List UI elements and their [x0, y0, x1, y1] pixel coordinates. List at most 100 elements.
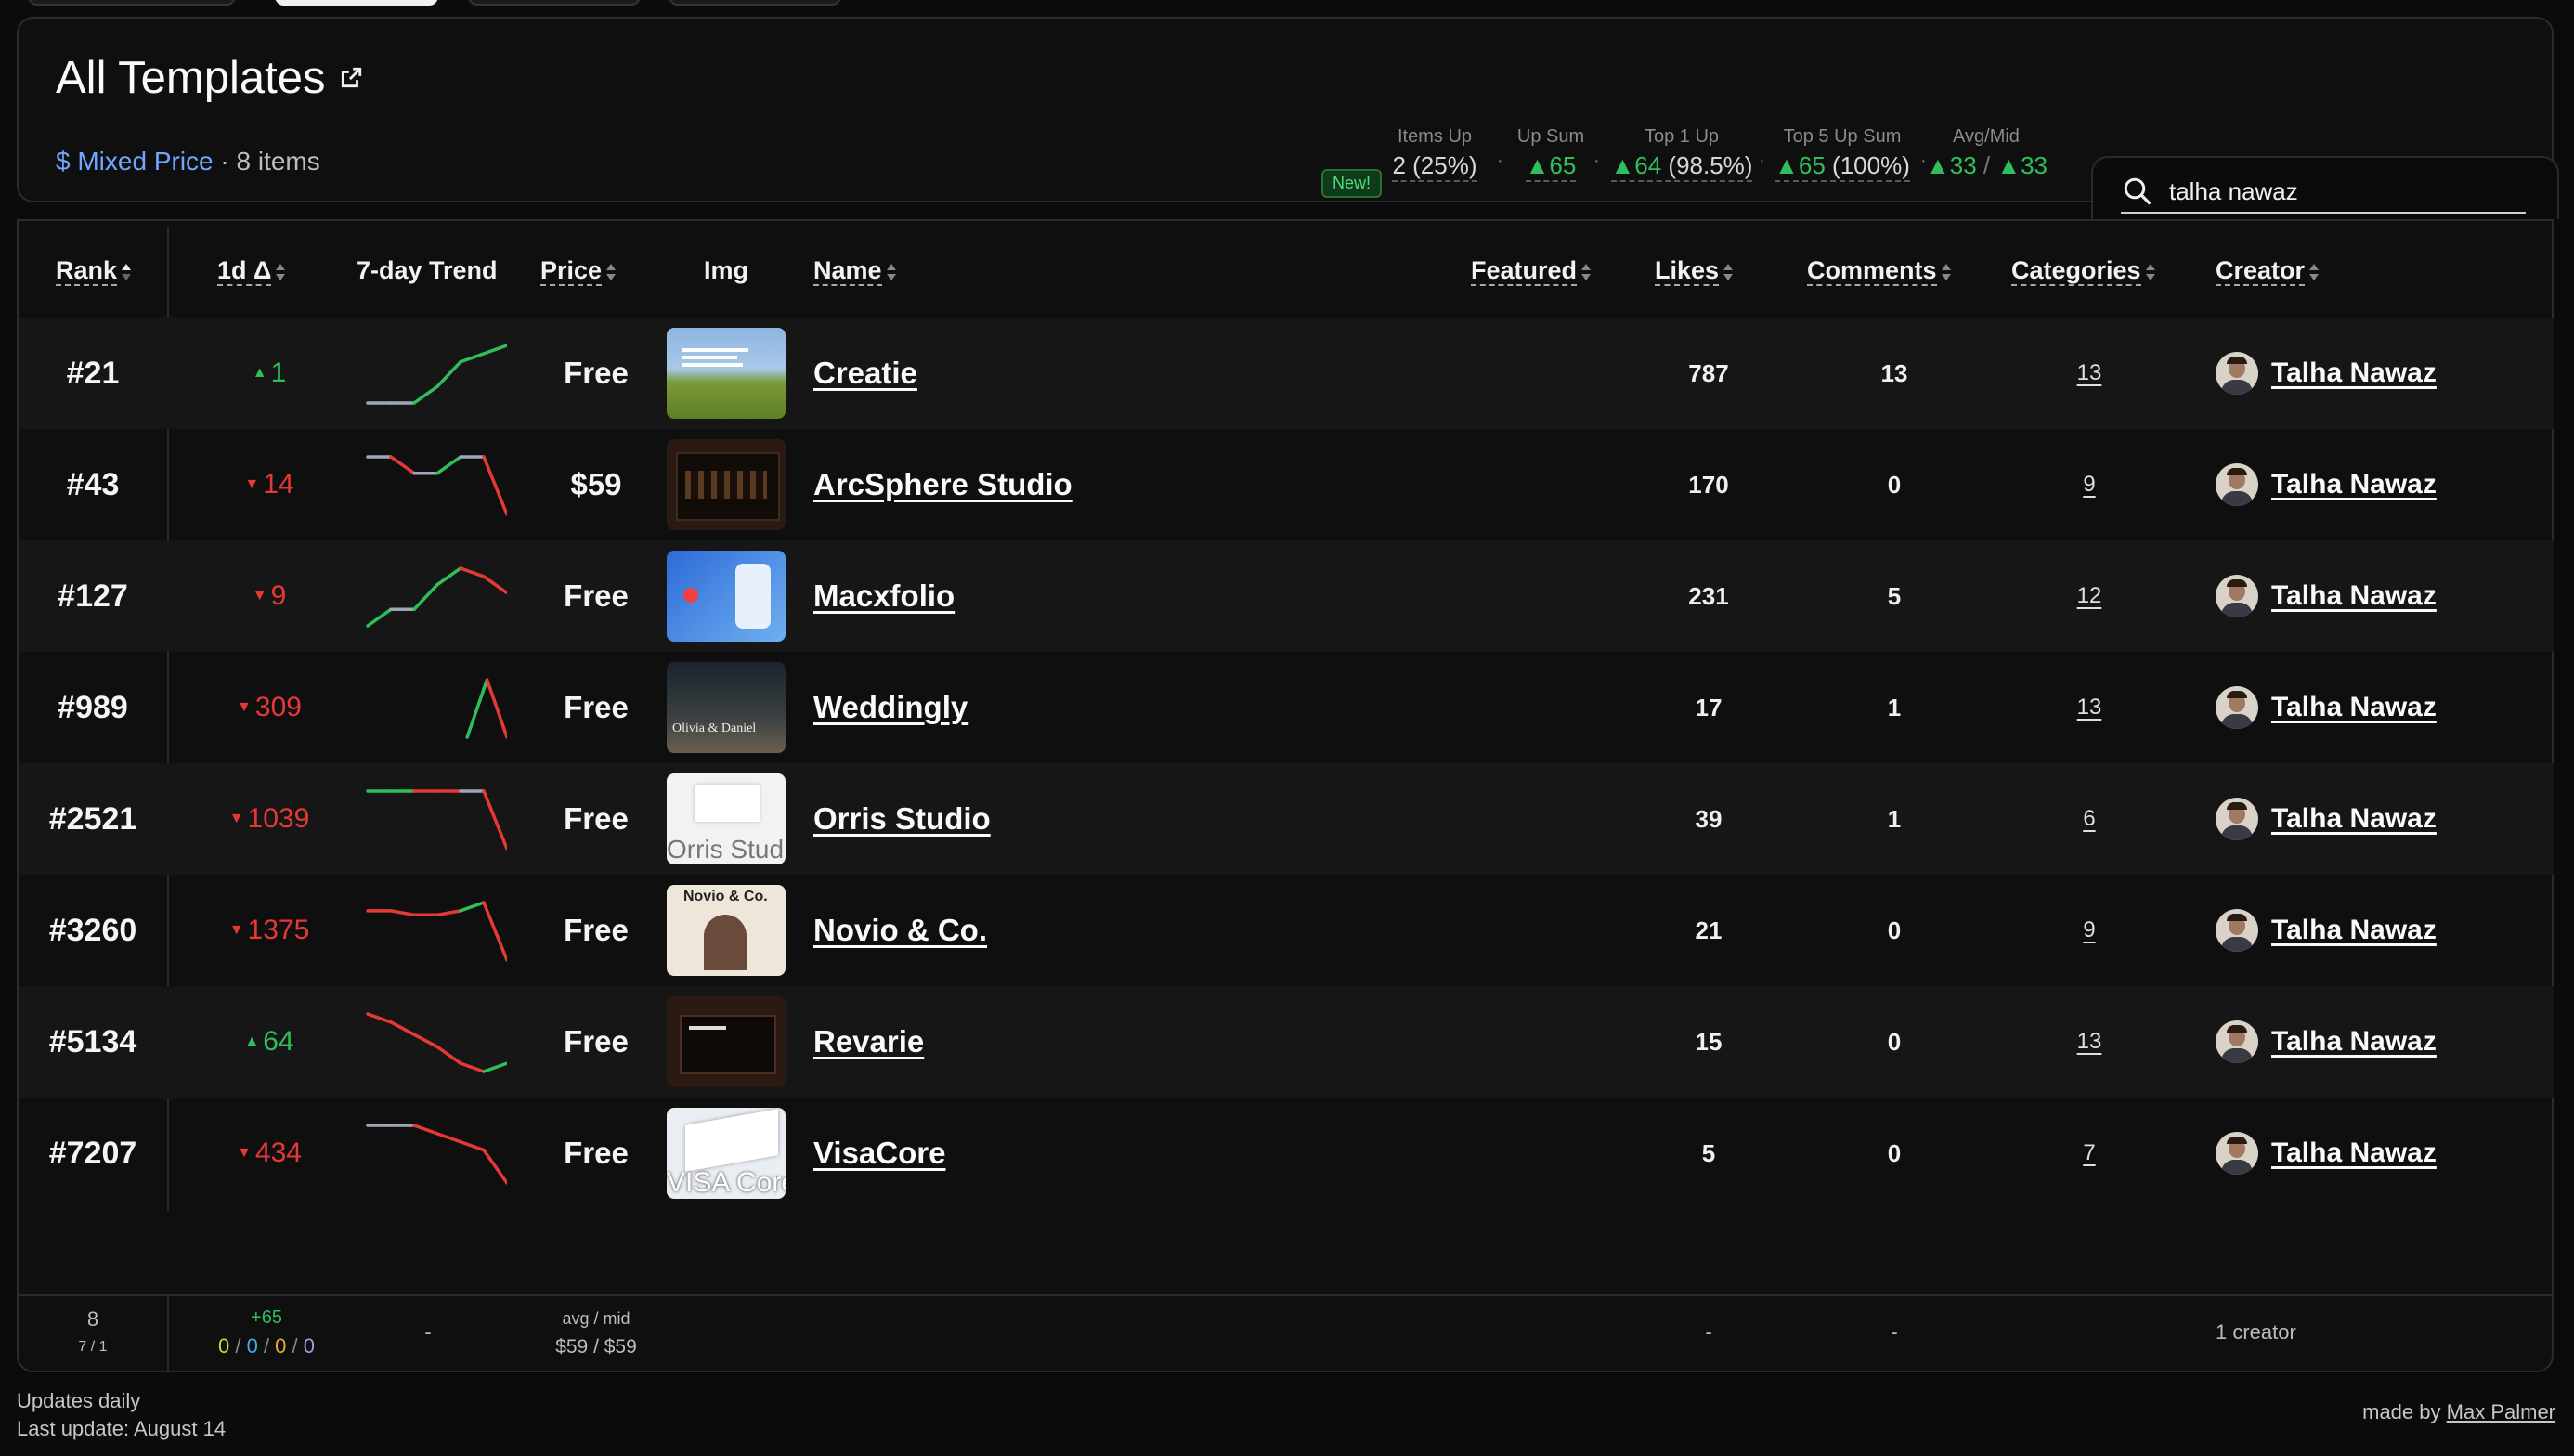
- creator-cell[interactable]: Talha Nawaz: [2216, 318, 2437, 429]
- tab-4[interactable]: [669, 0, 841, 6]
- name-cell[interactable]: Creatie: [813, 318, 917, 429]
- name-cell[interactable]: Revarie: [813, 986, 924, 1098]
- categories-link[interactable]: 13: [2077, 1029, 2102, 1055]
- categories-link[interactable]: 13: [2077, 695, 2102, 721]
- categories-cell[interactable]: 13: [2015, 318, 2164, 429]
- categories-link[interactable]: 7: [2083, 1140, 2095, 1166]
- sort-icon: [1941, 263, 1951, 280]
- name-cell[interactable]: VisaCore: [813, 1098, 945, 1209]
- table-row[interactable]: #21 ▲ 1 Free Creatie 787 13 13 Talha Nawa…: [19, 318, 2554, 429]
- template-name-link[interactable]: Novio & Co.: [813, 913, 987, 948]
- name-cell[interactable]: Weddingly: [813, 652, 968, 763]
- stat-value[interactable]: 2 (25%): [1392, 151, 1477, 182]
- categories-link[interactable]: 9: [2083, 917, 2095, 943]
- template-thumbnail[interactable]: [667, 996, 786, 1087]
- price-mode[interactable]: $ Mixed Price · 8 items: [56, 147, 320, 176]
- creator-name-link[interactable]: Talha Nawaz: [2271, 469, 2437, 500]
- author-link[interactable]: Max Palmer: [2447, 1400, 2555, 1424]
- search-input[interactable]: [2167, 176, 2505, 207]
- name-cell[interactable]: ArcSphere Studio: [813, 429, 1072, 540]
- template-thumbnail[interactable]: [667, 551, 786, 642]
- categories-cell[interactable]: 9: [2015, 429, 2164, 540]
- stat-avg-mid: Avg/Mid ▲33 / ▲33: [1926, 126, 2048, 180]
- creator-name-link[interactable]: Talha Nawaz: [2271, 580, 2437, 612]
- table-row[interactable]: #7207 ▼ 434 Free VISA Core VisaCore 5 0 7…: [19, 1098, 2554, 1209]
- col-creator[interactable]: Creator: [2216, 256, 2320, 286]
- creator-cell[interactable]: Talha Nawaz: [2216, 652, 2437, 763]
- template-thumbnail[interactable]: Orris Stud: [667, 774, 786, 864]
- creator-cell[interactable]: Talha Nawaz: [2216, 429, 2437, 540]
- col-delta[interactable]: 1d Δ: [217, 256, 286, 286]
- categories-link[interactable]: 12: [2077, 583, 2102, 609]
- price-cell: Free: [564, 913, 629, 947]
- name-cell[interactable]: Novio & Co.: [813, 875, 987, 986]
- categories-cell[interactable]: 7: [2015, 1098, 2164, 1209]
- categories-link[interactable]: 6: [2083, 806, 2095, 832]
- creator-name-link[interactable]: Talha Nawaz: [2271, 692, 2437, 723]
- thumbnail-cell[interactable]: Orris Stud: [667, 763, 787, 875]
- table-row[interactable]: #127 ▼ 9 Free Macxfolio 231 5 12 Talha Na…: [19, 540, 2554, 652]
- search-box[interactable]: [2121, 171, 2526, 214]
- template-thumbnail[interactable]: Olivia & Daniel: [667, 662, 786, 753]
- thumbnail-cell[interactable]: Olivia & Daniel: [667, 652, 787, 763]
- template-thumbnail[interactable]: VISA Core: [667, 1108, 786, 1199]
- categories-cell[interactable]: 13: [2015, 986, 2164, 1098]
- col-featured[interactable]: Featured: [1471, 256, 1592, 286]
- thumbnail-cell[interactable]: [667, 318, 787, 429]
- thumbnail-cell[interactable]: VISA Core: [667, 1098, 787, 1209]
- external-link-icon[interactable]: [339, 66, 363, 90]
- creator-name-link[interactable]: Talha Nawaz: [2271, 915, 2437, 946]
- categories-cell[interactable]: 6: [2015, 763, 2164, 875]
- creator-cell[interactable]: Talha Nawaz: [2216, 986, 2437, 1098]
- creator-cell[interactable]: Talha Nawaz: [2216, 763, 2437, 875]
- template-thumbnail[interactable]: [667, 439, 786, 530]
- sort-icon: [886, 263, 896, 280]
- table-row[interactable]: #43 ▼ 14 $59 ArcSphere Studio 170 0 9 Tal…: [19, 429, 2554, 540]
- creator-name-link[interactable]: Talha Nawaz: [2271, 1138, 2437, 1169]
- tab-2[interactable]: [275, 0, 438, 6]
- creator-name-link[interactable]: Talha Nawaz: [2271, 358, 2437, 389]
- stat-value[interactable]: ▲64 (98.5%): [1610, 151, 1753, 182]
- creator-name-link[interactable]: Talha Nawaz: [2271, 1026, 2437, 1058]
- col-rank[interactable]: Rank: [56, 256, 132, 286]
- table-row[interactable]: #989 ▼ 309 Free Olivia & Daniel Weddingly…: [19, 652, 2554, 763]
- tab-3[interactable]: [468, 0, 641, 6]
- thumbnail-cell[interactable]: [667, 986, 787, 1098]
- categories-link[interactable]: 13: [2077, 360, 2102, 386]
- thumbnail-cell[interactable]: Novio & Co.: [667, 875, 787, 986]
- col-categories[interactable]: Categories: [2011, 256, 2156, 286]
- template-name-link[interactable]: ArcSphere Studio: [813, 467, 1072, 502]
- categories-link[interactable]: 9: [2083, 472, 2095, 498]
- table-row[interactable]: #5134 ▲ 64 Free Revarie 15 0 13 Talha Naw…: [19, 986, 2554, 1098]
- categories-cell[interactable]: 9: [2015, 875, 2164, 986]
- table-row[interactable]: #3260 ▼ 1375 Free Novio & Co. Novio & Co.…: [19, 875, 2554, 986]
- template-name-link[interactable]: VisaCore: [813, 1136, 945, 1171]
- tab-1[interactable]: [28, 0, 236, 6]
- thumbnail-cell[interactable]: [667, 429, 787, 540]
- name-cell[interactable]: Orris Studio: [813, 763, 991, 875]
- col-likes[interactable]: Likes: [1655, 256, 1734, 286]
- trend-sparkline: [366, 1012, 507, 1073]
- creator-cell[interactable]: Talha Nawaz: [2216, 1098, 2437, 1209]
- col-price[interactable]: Price: [540, 256, 617, 286]
- template-thumbnail[interactable]: Novio & Co.: [667, 885, 786, 976]
- template-thumbnail[interactable]: [667, 328, 786, 419]
- col-comments[interactable]: Comments: [1807, 256, 1952, 286]
- stat-value[interactable]: ▲33 / ▲33: [1926, 151, 2048, 180]
- col-name[interactable]: Name: [813, 256, 897, 286]
- template-name-link[interactable]: Weddingly: [813, 690, 968, 725]
- categories-cell[interactable]: 13: [2015, 652, 2164, 763]
- stat-value[interactable]: ▲65 (100%): [1774, 151, 1910, 182]
- thumbnail-cell[interactable]: [667, 540, 787, 652]
- categories-cell[interactable]: 12: [2015, 540, 2164, 652]
- template-name-link[interactable]: Revarie: [813, 1024, 924, 1060]
- name-cell[interactable]: Macxfolio: [813, 540, 955, 652]
- stat-value[interactable]: ▲65: [1525, 151, 1577, 182]
- creator-cell[interactable]: Talha Nawaz: [2216, 875, 2437, 986]
- template-name-link[interactable]: Macxfolio: [813, 578, 955, 614]
- table-row[interactable]: #2521 ▼ 1039 Free Orris Stud Orris Studio…: [19, 763, 2554, 875]
- creator-cell[interactable]: Talha Nawaz: [2216, 540, 2437, 652]
- template-name-link[interactable]: Orris Studio: [813, 801, 991, 837]
- template-name-link[interactable]: Creatie: [813, 356, 917, 391]
- creator-name-link[interactable]: Talha Nawaz: [2271, 803, 2437, 835]
